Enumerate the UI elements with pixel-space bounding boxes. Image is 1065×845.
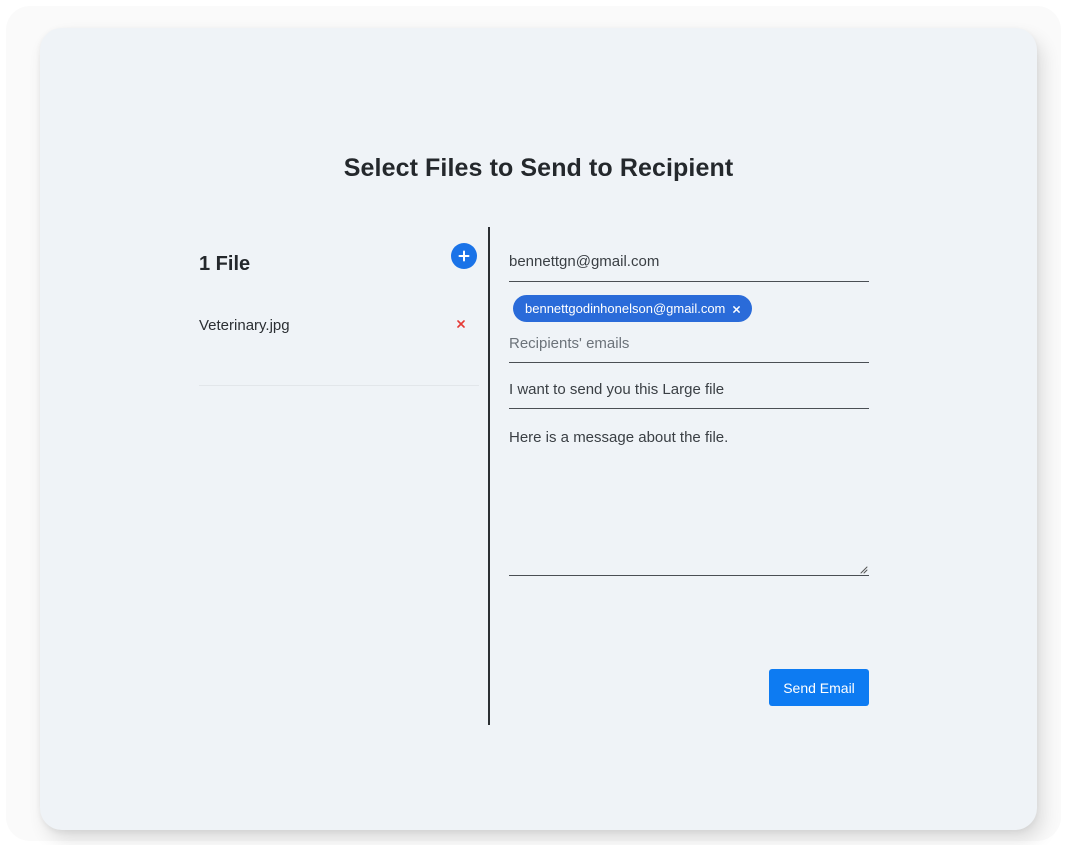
add-file-button[interactable] (451, 243, 477, 269)
remove-file-button[interactable] (454, 317, 468, 331)
sender-email-field (509, 253, 869, 282)
resize-handle-icon[interactable] (858, 564, 868, 574)
recipients-input[interactable] (509, 335, 869, 352)
sender-email-input[interactable] (509, 253, 869, 270)
close-icon (733, 306, 741, 313)
recipients-field: bennettgodinhonelson@gmail.com (509, 295, 869, 363)
recipient-chip: bennettgodinhonelson@gmail.com (513, 295, 753, 322)
pane-divider (488, 227, 490, 725)
file-name: Veterinary.jpg (199, 317, 290, 334)
message-field: Here is a message about the file. (509, 428, 869, 576)
plus-icon (458, 250, 470, 262)
recipient-chip-remove-button[interactable] (733, 302, 741, 315)
message-textarea[interactable]: Here is a message about the file. (509, 428, 869, 572)
file-list-item: Veterinary.jpg (199, 315, 479, 386)
recipient-chip-label: bennettgodinhonelson@gmail.com (525, 301, 726, 316)
send-email-button[interactable]: Send Email (769, 669, 869, 706)
close-icon (457, 320, 465, 328)
subject-input[interactable] (509, 381, 869, 398)
send-files-card: Select Files to Send to Recipient 1 File… (40, 28, 1037, 830)
files-count-heading: 1 File (199, 253, 251, 275)
page-title: Select Files to Send to Recipient (343, 154, 734, 182)
subject-field (509, 381, 869, 409)
